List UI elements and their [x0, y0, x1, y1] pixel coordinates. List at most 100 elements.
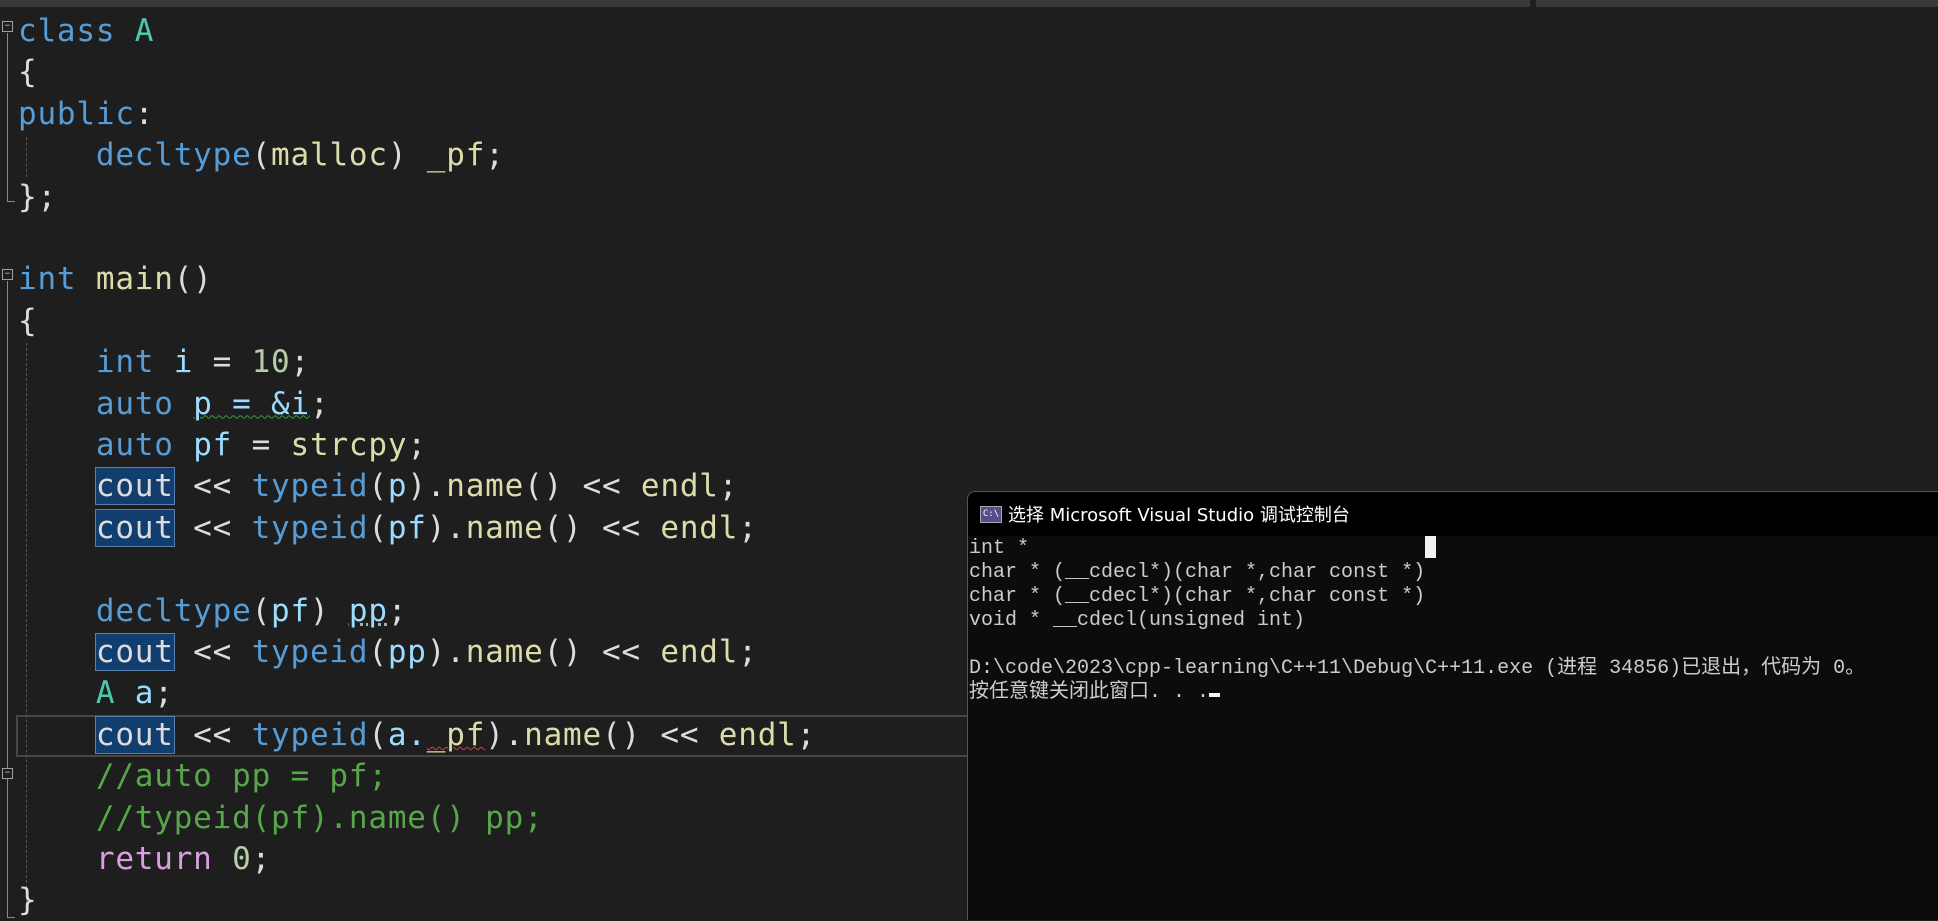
code-token: }	[18, 882, 38, 919]
code-token: () <<	[543, 634, 661, 670]
code-token: malloc	[271, 137, 388, 174]
code-token: ).	[426, 634, 466, 670]
code-token: ;	[796, 716, 817, 753]
code-token: ;	[290, 344, 310, 381]
code-line[interactable]: auto pf = strcpy;	[18, 425, 427, 466]
code-token: cout	[94, 715, 175, 754]
code-token: auto	[95, 427, 194, 463]
code-token: (	[368, 509, 388, 546]
scrollbar-gap	[1530, 0, 1536, 7]
code-token: pp	[387, 634, 427, 670]
code-token: };	[18, 178, 57, 215]
code-token: () <<	[601, 716, 719, 753]
console-line: char * (__cdecl*)(char *,char const *)	[969, 585, 1865, 609]
code-token: typeid	[251, 509, 369, 546]
code-token: ;	[738, 509, 758, 546]
code-line[interactable]: decltype(malloc) _pf;	[18, 135, 505, 176]
console-title-bar[interactable]: C:\ 选择 Microsoft Visual Studio 调试控制台	[968, 492, 1938, 536]
code-line[interactable]: class A	[18, 11, 154, 52]
code-token: //typeid(pf).name() pp;	[95, 799, 544, 836]
code-token: //auto pp = pf;	[95, 758, 388, 795]
console-line: D:\code\2023\cpp-learning\C++11\Debug\C+…	[969, 657, 1865, 681]
fold-guide-line	[7, 281, 8, 917]
code-token: return	[95, 841, 233, 877]
code-line[interactable]: return 0;	[18, 839, 271, 880]
code-token: ;	[485, 137, 505, 174]
text-caret	[1209, 693, 1221, 697]
code-token: a.	[387, 716, 427, 753]
code-token: =	[193, 344, 252, 381]
code-token: {	[18, 302, 38, 339]
horizontal-scrollbar[interactable]	[0, 0, 1938, 7]
code-token: ;	[251, 841, 272, 877]
code-line[interactable]: };	[18, 177, 57, 218]
console-line: int *	[969, 537, 1865, 561]
code-token: {	[18, 54, 38, 91]
code-token: main	[95, 261, 174, 298]
code-token: name	[465, 634, 544, 670]
code-line[interactable]: cout << typeid(a._pf).name() << endl;	[18, 715, 816, 756]
code-token: A	[134, 13, 155, 49]
code-token: 10	[251, 344, 291, 381]
console-title: 选择 Microsoft Visual Studio 调试控制台	[1008, 505, 1350, 526]
code-token: typeid	[251, 468, 369, 505]
code-token: <<	[173, 468, 252, 505]
code-token: auto	[95, 385, 194, 422]
code-token: (	[368, 634, 388, 670]
code-line[interactable]: }	[18, 880, 37, 921]
code-line[interactable]: //typeid(pf).name() pp;	[18, 798, 544, 839]
code-token: <<	[173, 509, 252, 546]
code-token: name	[465, 509, 544, 546]
code-line[interactable]: cout << typeid(p).name() << endl;	[18, 466, 738, 507]
code-line[interactable]: int i = 10;	[18, 342, 310, 383]
code-token: 0	[232, 841, 252, 877]
console-line-text: void * __cdecl(unsigned int)	[969, 609, 1306, 632]
code-token: (	[251, 137, 272, 174]
collapse-comment-icon[interactable]: −	[2, 768, 13, 779]
code-token: cout	[94, 633, 175, 671]
code-token: strcpy	[290, 427, 408, 463]
code-token: (	[368, 716, 388, 753]
code-token: name	[524, 716, 602, 753]
console-line-text: D:\code\2023\cpp-learning\C++11\Debug\C+…	[969, 657, 1866, 680]
code-token: <<	[173, 634, 252, 670]
collapse-class-icon[interactable]: −	[2, 21, 13, 32]
code-line[interactable]: {	[18, 301, 37, 342]
code-token: ;	[718, 468, 739, 505]
code-line[interactable]: //auto pp = pf;	[18, 756, 388, 797]
code-line[interactable]: {	[18, 52, 37, 93]
code-line[interactable]: int main()	[18, 259, 213, 300]
code-token: int	[18, 261, 96, 298]
code-token: () <<	[543, 509, 661, 546]
code-token: _pf	[426, 137, 486, 174]
code-token: _pf	[426, 716, 486, 753]
code-line[interactable]: cout << typeid(pf).name() << endl;	[18, 508, 758, 549]
console-line-text: char * (__cdecl*)(char *,char const *)	[969, 585, 1426, 608]
console-line-text: char * (__cdecl*)(char *,char const *)	[969, 561, 1426, 584]
debug-console-window[interactable]: C:\ 选择 Microsoft Visual Studio 调试控制台 int…	[967, 491, 1938, 920]
code-line[interactable]: cout << typeid(pp).name() << endl;	[18, 632, 758, 673]
code-token: =	[232, 427, 291, 463]
code-token: decltype	[95, 592, 252, 629]
code-token: typeid	[251, 634, 369, 670]
code-line[interactable]: A a;	[18, 673, 174, 714]
code-line[interactable]: public:	[18, 94, 154, 135]
code-token: pf	[387, 509, 427, 546]
console-line: void * __cdecl(unsigned int)	[969, 609, 1865, 633]
code-token: (	[251, 592, 272, 629]
code-token: ).	[426, 509, 466, 546]
code-token: i	[173, 344, 194, 381]
code-line[interactable]: auto p = &i;	[18, 384, 329, 425]
code-line[interactable]: decltype(pf) pp;	[18, 591, 407, 632]
collapse-main-icon[interactable]: −	[2, 269, 13, 280]
code-token: decltype	[95, 137, 252, 174]
fold-guide-end	[7, 201, 15, 202]
